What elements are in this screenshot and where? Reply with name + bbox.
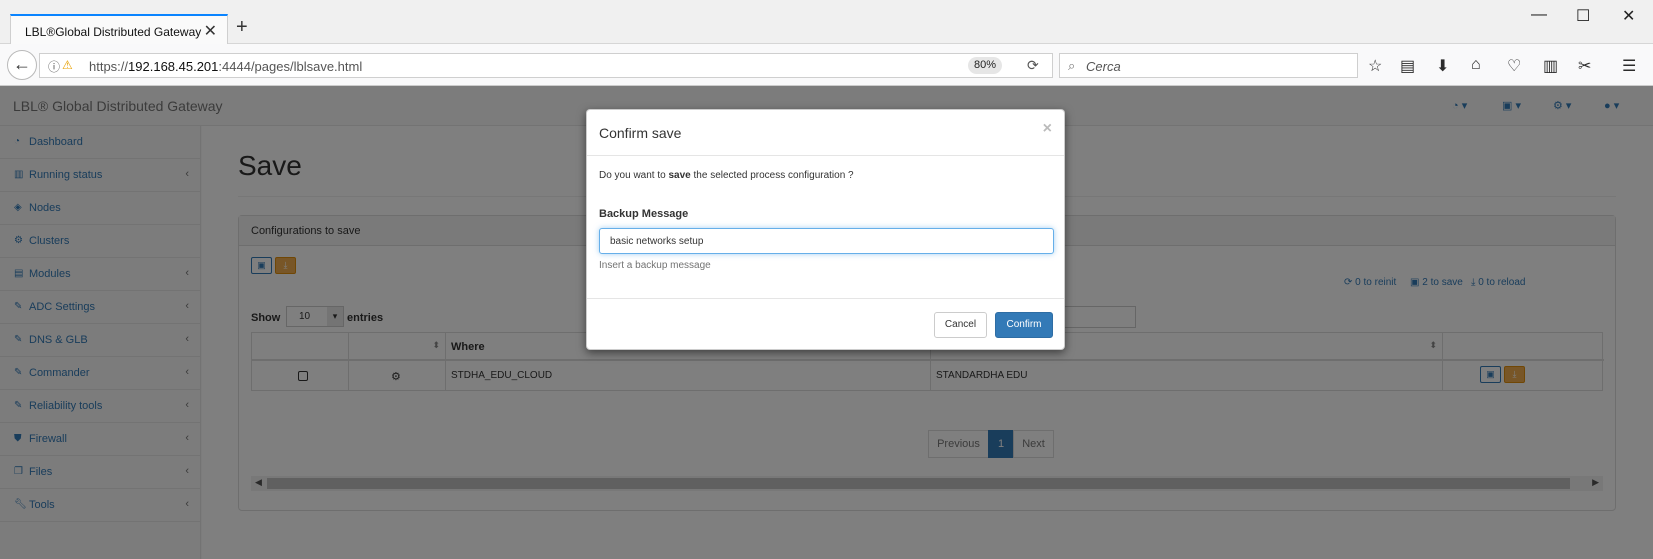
reload-icon[interactable]: ⟳ [1027,57,1039,74]
cancel-button[interactable]: Cancel [934,312,987,338]
bookmark-star-icon[interactable]: ☆ [1368,56,1382,76]
backup-message-input[interactable] [599,228,1054,254]
reading-list-icon[interactable]: ▤ [1400,56,1415,76]
modal-title: Confirm save [599,125,682,141]
close-icon[interactable]: × [1043,120,1052,138]
modal-header: Confirm save × [587,110,1064,156]
message-emphasis: save [668,170,691,181]
url-path: :4444/pages/lblsave.html [218,59,363,74]
search-placeholder: Cerca [1086,59,1121,74]
insecure-lock-icon[interactable]: ⚠ [62,58,73,72]
modal-footer: Cancel Confirm [587,298,1064,351]
modal-message: Do you want to save the selected process… [599,170,854,181]
screenshot-icon[interactable]: ✂ [1578,56,1591,76]
back-arrow-icon: ← [13,54,31,74]
url-bar[interactable]: ⓘ ⚠ https://192.168.45.201:4444/pages/lb… [39,53,1053,78]
new-tab-button[interactable]: + [236,16,248,39]
url-text[interactable]: https://192.168.45.201:4444/pages/lblsav… [89,59,362,74]
browser-navbar: ← ⓘ ⚠ https://192.168.45.201:4444/pages/… [0,44,1653,86]
url-host: 192.168.45.201 [128,59,219,74]
extension-icon[interactable]: ▥ [1543,56,1558,76]
search-bar[interactable]: ⌕ Cerca [1059,53,1358,78]
downloads-icon[interactable]: ⬇ [1436,56,1449,76]
menu-icon[interactable]: ☰ [1622,56,1636,76]
zoom-indicator[interactable]: 80% [968,57,1003,74]
confirm-save-modal: Confirm save × Do you want to save the s… [586,109,1065,350]
minimize-icon[interactable]: — [1531,6,1547,24]
pocket-icon[interactable]: ♡ [1507,56,1521,76]
browser-tab[interactable]: LBL®Global Distributed Gateway ✕ [10,14,228,45]
url-scheme: https:// [89,59,129,74]
close-window-icon[interactable]: ✕ [1622,6,1635,26]
maximize-icon[interactable]: ☐ [1576,6,1590,26]
home-icon[interactable]: ⌂ [1471,56,1481,74]
backup-message-label: Backup Message [599,208,689,220]
info-icon[interactable]: ⓘ [48,58,60,75]
message-part: the selected process configuration ? [690,170,854,181]
backup-message-help: Insert a backup message [599,260,711,271]
browser-tabbar: LBL®Global Distributed Gateway ✕ + — ☐ ✕ [0,0,1653,45]
tab-close-icon[interactable]: ✕ [204,21,217,41]
search-icon: ⌕ [1068,58,1076,73]
tab-title: LBL®Global Distributed Gateway [25,25,202,39]
back-button[interactable]: ← [7,50,37,80]
confirm-button[interactable]: Confirm [995,312,1053,338]
message-part: Do you want to [599,170,669,181]
